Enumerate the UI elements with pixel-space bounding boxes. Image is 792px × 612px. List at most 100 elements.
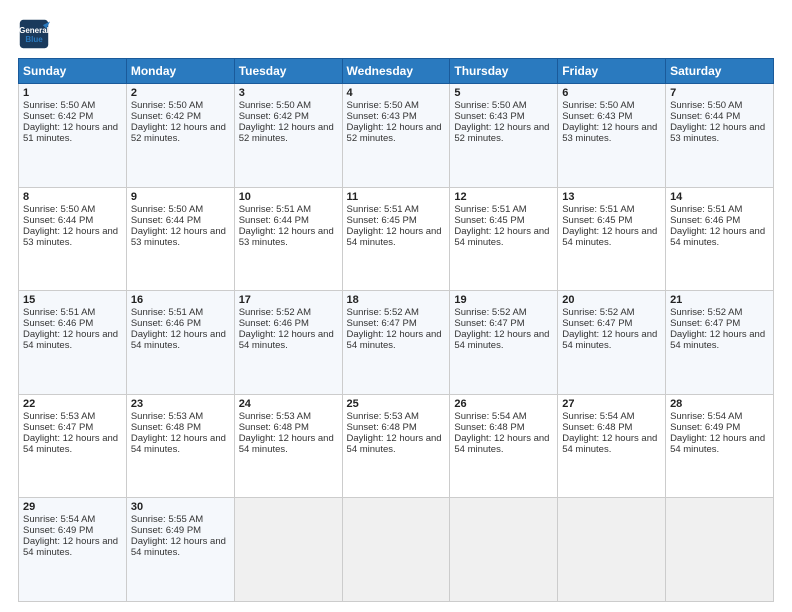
calendar-cell: 6Sunrise: 5:50 AMSunset: 6:43 PMDaylight…: [558, 84, 666, 188]
calendar-cell: 18Sunrise: 5:52 AMSunset: 6:47 PMDayligh…: [342, 291, 450, 395]
day-number: 7: [670, 87, 769, 99]
day-info: Sunrise: 5:51 AMSunset: 6:44 PMDaylight:…: [239, 204, 334, 248]
day-number: 1: [23, 87, 122, 99]
calendar-cell: 19Sunrise: 5:52 AMSunset: 6:47 PMDayligh…: [450, 291, 558, 395]
day-number: 12: [454, 191, 553, 203]
day-number: 13: [562, 191, 661, 203]
day-info: Sunrise: 5:51 AMSunset: 6:45 PMDaylight:…: [562, 204, 657, 248]
day-number: 30: [131, 501, 230, 513]
day-number: 8: [23, 191, 122, 203]
calendar-cell: 7Sunrise: 5:50 AMSunset: 6:44 PMDaylight…: [666, 84, 774, 188]
calendar-cell: 22Sunrise: 5:53 AMSunset: 6:47 PMDayligh…: [19, 394, 127, 498]
logo: General Blue: [18, 18, 54, 50]
calendar-cell: [666, 498, 774, 602]
col-header-saturday: Saturday: [666, 59, 774, 84]
day-info: Sunrise: 5:52 AMSunset: 6:46 PMDaylight:…: [239, 307, 334, 351]
day-info: Sunrise: 5:51 AMSunset: 6:45 PMDaylight:…: [347, 204, 442, 248]
day-number: 14: [670, 191, 769, 203]
day-number: 29: [23, 501, 122, 513]
calendar-table: SundayMondayTuesdayWednesdayThursdayFrid…: [18, 58, 774, 602]
calendar-cell: [342, 498, 450, 602]
day-info: Sunrise: 5:51 AMSunset: 6:45 PMDaylight:…: [454, 204, 549, 248]
day-number: 21: [670, 294, 769, 306]
svg-text:Blue: Blue: [25, 35, 43, 44]
day-info: Sunrise: 5:50 AMSunset: 6:43 PMDaylight:…: [454, 100, 549, 144]
day-info: Sunrise: 5:54 AMSunset: 6:48 PMDaylight:…: [454, 411, 549, 455]
day-info: Sunrise: 5:50 AMSunset: 6:44 PMDaylight:…: [670, 100, 765, 144]
day-info: Sunrise: 5:55 AMSunset: 6:49 PMDaylight:…: [131, 514, 226, 558]
calendar-week-4: 22Sunrise: 5:53 AMSunset: 6:47 PMDayligh…: [19, 394, 774, 498]
calendar-cell: 26Sunrise: 5:54 AMSunset: 6:48 PMDayligh…: [450, 394, 558, 498]
day-number: 22: [23, 398, 122, 410]
calendar-cell: 8Sunrise: 5:50 AMSunset: 6:44 PMDaylight…: [19, 187, 127, 291]
calendar-cell: 13Sunrise: 5:51 AMSunset: 6:45 PMDayligh…: [558, 187, 666, 291]
day-number: 25: [347, 398, 446, 410]
day-info: Sunrise: 5:51 AMSunset: 6:46 PMDaylight:…: [670, 204, 765, 248]
calendar-cell: 14Sunrise: 5:51 AMSunset: 6:46 PMDayligh…: [666, 187, 774, 291]
day-info: Sunrise: 5:50 AMSunset: 6:43 PMDaylight:…: [562, 100, 657, 144]
day-number: 16: [131, 294, 230, 306]
calendar-cell: 4Sunrise: 5:50 AMSunset: 6:43 PMDaylight…: [342, 84, 450, 188]
calendar-cell: [450, 498, 558, 602]
day-number: 20: [562, 294, 661, 306]
day-info: Sunrise: 5:50 AMSunset: 6:42 PMDaylight:…: [131, 100, 226, 144]
day-info: Sunrise: 5:54 AMSunset: 6:49 PMDaylight:…: [23, 514, 118, 558]
day-info: Sunrise: 5:54 AMSunset: 6:48 PMDaylight:…: [562, 411, 657, 455]
logo-icon: General Blue: [18, 18, 50, 50]
day-number: 5: [454, 87, 553, 99]
day-info: Sunrise: 5:50 AMSunset: 6:44 PMDaylight:…: [23, 204, 118, 248]
col-header-thursday: Thursday: [450, 59, 558, 84]
calendar-header-row: SundayMondayTuesdayWednesdayThursdayFrid…: [19, 59, 774, 84]
day-number: 4: [347, 87, 446, 99]
day-info: Sunrise: 5:52 AMSunset: 6:47 PMDaylight:…: [670, 307, 765, 351]
calendar-week-5: 29Sunrise: 5:54 AMSunset: 6:49 PMDayligh…: [19, 498, 774, 602]
day-info: Sunrise: 5:52 AMSunset: 6:47 PMDaylight:…: [454, 307, 549, 351]
calendar-cell: 9Sunrise: 5:50 AMSunset: 6:44 PMDaylight…: [126, 187, 234, 291]
calendar-cell: 30Sunrise: 5:55 AMSunset: 6:49 PMDayligh…: [126, 498, 234, 602]
calendar-cell: 29Sunrise: 5:54 AMSunset: 6:49 PMDayligh…: [19, 498, 127, 602]
calendar-cell: 25Sunrise: 5:53 AMSunset: 6:48 PMDayligh…: [342, 394, 450, 498]
calendar-cell: [234, 498, 342, 602]
calendar-cell: 27Sunrise: 5:54 AMSunset: 6:48 PMDayligh…: [558, 394, 666, 498]
day-number: 3: [239, 87, 338, 99]
calendar-week-3: 15Sunrise: 5:51 AMSunset: 6:46 PMDayligh…: [19, 291, 774, 395]
calendar-cell: 21Sunrise: 5:52 AMSunset: 6:47 PMDayligh…: [666, 291, 774, 395]
day-info: Sunrise: 5:52 AMSunset: 6:47 PMDaylight:…: [562, 307, 657, 351]
calendar-cell: 16Sunrise: 5:51 AMSunset: 6:46 PMDayligh…: [126, 291, 234, 395]
day-number: 26: [454, 398, 553, 410]
day-info: Sunrise: 5:50 AMSunset: 6:44 PMDaylight:…: [131, 204, 226, 248]
calendar-cell: 15Sunrise: 5:51 AMSunset: 6:46 PMDayligh…: [19, 291, 127, 395]
day-info: Sunrise: 5:53 AMSunset: 6:48 PMDaylight:…: [131, 411, 226, 455]
day-number: 9: [131, 191, 230, 203]
day-info: Sunrise: 5:50 AMSunset: 6:42 PMDaylight:…: [23, 100, 118, 144]
col-header-wednesday: Wednesday: [342, 59, 450, 84]
day-number: 17: [239, 294, 338, 306]
day-number: 24: [239, 398, 338, 410]
day-info: Sunrise: 5:53 AMSunset: 6:48 PMDaylight:…: [347, 411, 442, 455]
calendar-cell: 10Sunrise: 5:51 AMSunset: 6:44 PMDayligh…: [234, 187, 342, 291]
calendar-cell: 5Sunrise: 5:50 AMSunset: 6:43 PMDaylight…: [450, 84, 558, 188]
calendar-cell: [558, 498, 666, 602]
day-info: Sunrise: 5:53 AMSunset: 6:47 PMDaylight:…: [23, 411, 118, 455]
calendar-cell: 11Sunrise: 5:51 AMSunset: 6:45 PMDayligh…: [342, 187, 450, 291]
col-header-tuesday: Tuesday: [234, 59, 342, 84]
day-info: Sunrise: 5:50 AMSunset: 6:42 PMDaylight:…: [239, 100, 334, 144]
day-number: 19: [454, 294, 553, 306]
day-number: 15: [23, 294, 122, 306]
day-number: 11: [347, 191, 446, 203]
day-number: 6: [562, 87, 661, 99]
calendar-week-1: 1Sunrise: 5:50 AMSunset: 6:42 PMDaylight…: [19, 84, 774, 188]
day-info: Sunrise: 5:54 AMSunset: 6:49 PMDaylight:…: [670, 411, 765, 455]
calendar-cell: 2Sunrise: 5:50 AMSunset: 6:42 PMDaylight…: [126, 84, 234, 188]
col-header-monday: Monday: [126, 59, 234, 84]
page: General Blue SundayMondayTuesdayWednesda…: [0, 0, 792, 612]
day-info: Sunrise: 5:51 AMSunset: 6:46 PMDaylight:…: [23, 307, 118, 351]
calendar-cell: 3Sunrise: 5:50 AMSunset: 6:42 PMDaylight…: [234, 84, 342, 188]
day-info: Sunrise: 5:50 AMSunset: 6:43 PMDaylight:…: [347, 100, 442, 144]
day-number: 2: [131, 87, 230, 99]
day-number: 23: [131, 398, 230, 410]
svg-text:General: General: [19, 26, 49, 35]
calendar-cell: 24Sunrise: 5:53 AMSunset: 6:48 PMDayligh…: [234, 394, 342, 498]
col-header-friday: Friday: [558, 59, 666, 84]
calendar-cell: 23Sunrise: 5:53 AMSunset: 6:48 PMDayligh…: [126, 394, 234, 498]
